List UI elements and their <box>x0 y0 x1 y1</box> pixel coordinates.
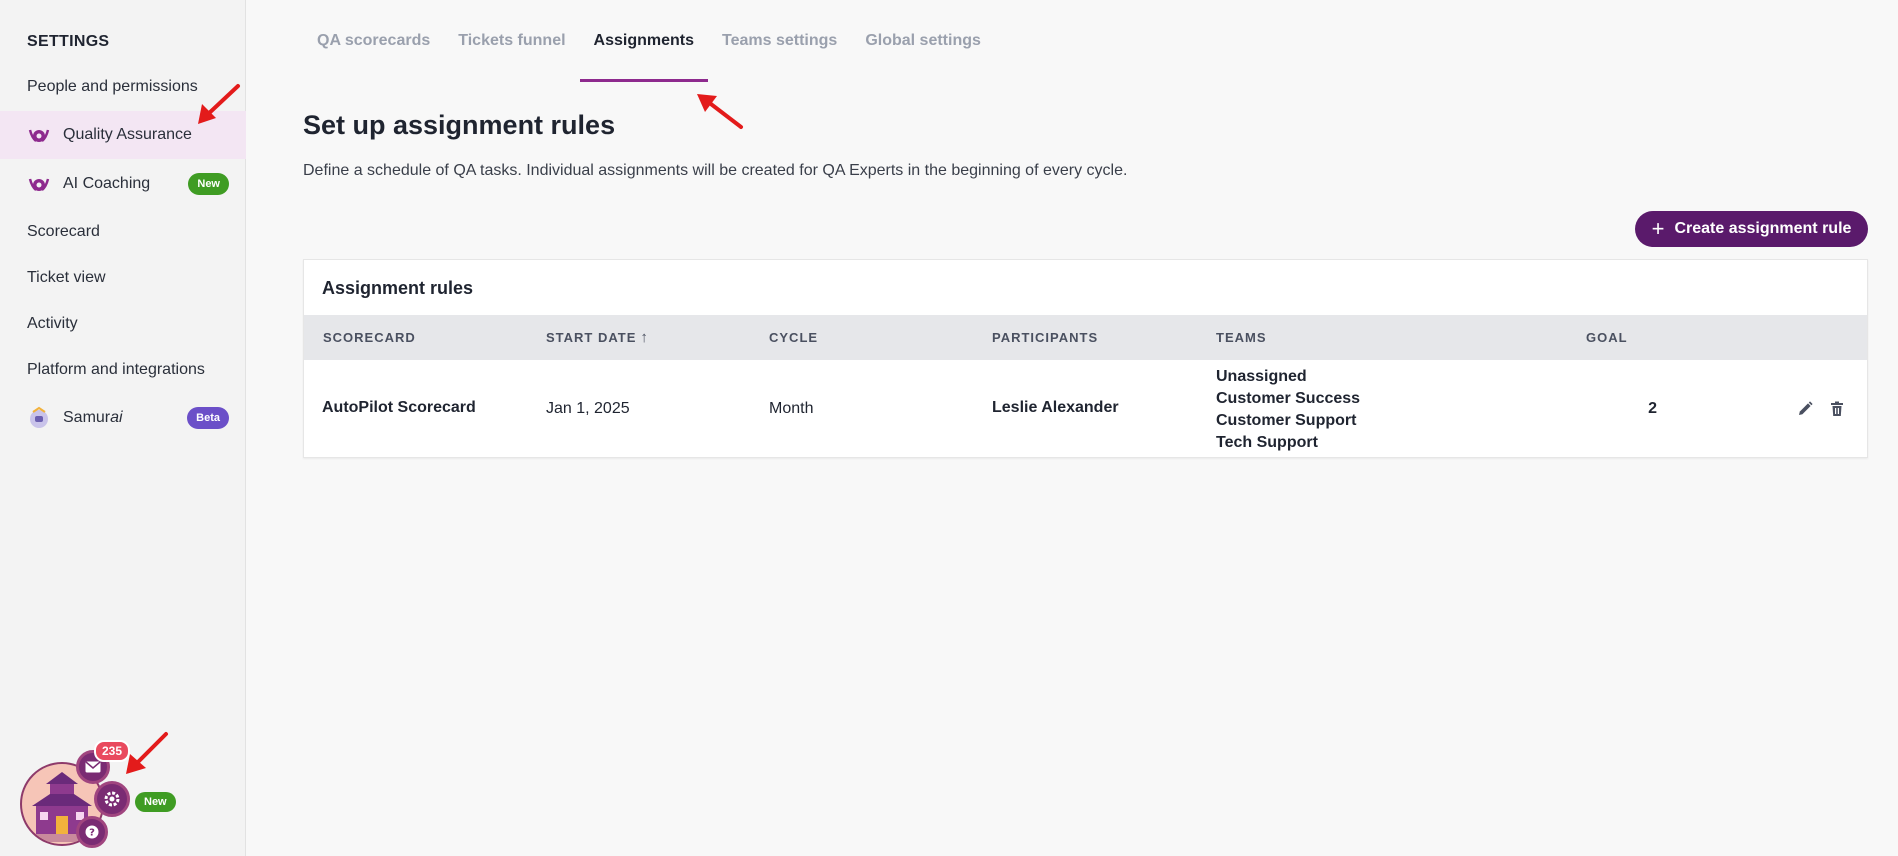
team-name: Customer Success <box>1216 390 1361 407</box>
tab-global-settings[interactable]: Global settings <box>851 0 995 82</box>
create-button-label: Create assignment rule <box>1674 220 1852 237</box>
delete-icon[interactable] <box>1828 400 1848 420</box>
sidebar-item-label: AI Coaching <box>63 175 151 192</box>
page-description: Define a schedule of QA tasks. Individua… <box>303 162 1128 179</box>
sidebar-heading: SETTINGS <box>27 33 110 50</box>
samurai-avatar-icon <box>27 406 51 430</box>
row-goal: 2 <box>1648 400 1657 417</box>
tab-teams-settings[interactable]: Teams settings <box>708 0 851 82</box>
column-header-cycle[interactable]: CYCLE <box>769 315 818 360</box>
sidebar-item-scorecard[interactable]: Scorecard <box>0 208 246 256</box>
help-icon[interactable]: ? <box>76 816 108 848</box>
row-scorecard: AutoPilot Scorecard <box>322 399 476 416</box>
page-title: Set up assignment rules <box>303 110 616 140</box>
quality-assurance-icon <box>27 123 51 147</box>
sidebar-item-label: Platform and integrations <box>27 361 205 378</box>
column-header-start-date[interactable]: START DATE ↑ <box>546 315 649 360</box>
column-header-scorecard[interactable]: SCORECARD <box>323 315 416 360</box>
sidebar-item-label: Activity <box>27 315 78 332</box>
table-header: SCORECARD START DATE ↑ CYCLE PARTICIPANT… <box>304 315 1867 360</box>
tab-assignments[interactable]: Assignments <box>579 0 709 82</box>
team-name: Customer Support <box>1216 412 1357 429</box>
column-header-participants[interactable]: PARTICIPANTS <box>992 315 1098 360</box>
beta-badge: Beta <box>187 407 229 429</box>
create-assignment-rule-button[interactable]: + Create assignment rule <box>1635 211 1868 247</box>
sidebar-item-samurai[interactable]: Samurai Beta <box>0 394 246 442</box>
tab-tickets-funnel[interactable]: Tickets funnel <box>444 0 579 82</box>
sidebar-item-label: People and permissions <box>27 78 198 95</box>
sidebar-item-label: Quality Assurance <box>63 126 192 143</box>
gear-icon[interactable] <box>94 781 130 817</box>
row-start-date: Jan 1, 2025 <box>546 400 630 417</box>
annotation-arrow-icon <box>126 732 168 774</box>
row-cycle: Month <box>769 400 814 417</box>
row-participants: Leslie Alexander <box>992 399 1119 416</box>
edit-icon[interactable] <box>1796 400 1816 420</box>
settings-sidebar: SETTINGS People and permissions Quality … <box>0 0 246 856</box>
row-teams: Unassigned Customer Success Customer Sup… <box>1216 366 1360 454</box>
sidebar-item-label: Scorecard <box>27 223 100 240</box>
new-badge: New <box>188 173 229 195</box>
sidebar-item-label: Samurai <box>63 409 123 426</box>
column-header-goal[interactable]: GOAL <box>1586 315 1628 360</box>
settings-tabs: QA scorecards Tickets funnel Assignments… <box>303 0 995 82</box>
sidebar-item-label: Ticket view <box>27 269 106 286</box>
sidebar-item-ticket-view[interactable]: Ticket view <box>0 254 246 302</box>
card-title: Assignment rules <box>322 278 474 298</box>
widget-new-badge: New <box>135 792 176 812</box>
column-header-teams[interactable]: TEAMS <box>1216 315 1267 360</box>
sidebar-item-platform-and-integrations[interactable]: Platform and integrations <box>0 346 246 394</box>
team-name: Tech Support <box>1216 434 1318 451</box>
annotation-arrow-icon <box>697 94 743 129</box>
team-name: Unassigned <box>1216 368 1307 385</box>
ai-coaching-icon <box>27 172 51 196</box>
assignment-rules-card: Assignment rules SCORECARD START DATE ↑ … <box>303 259 1868 458</box>
sidebar-item-activity[interactable]: Activity <box>0 300 246 348</box>
table-row[interactable]: AutoPilot Scorecard Jan 1, 2025 Month Le… <box>304 360 1867 458</box>
plus-icon: + <box>1651 216 1665 241</box>
sidebar-item-ai-coaching[interactable]: AI Coaching New <box>0 160 246 208</box>
annotation-arrow-icon <box>198 84 240 124</box>
tab-qa-scorecards[interactable]: QA scorecards <box>303 0 444 82</box>
svg-text:?: ? <box>89 828 95 839</box>
sort-ascending-icon: ↑ <box>640 329 649 346</box>
